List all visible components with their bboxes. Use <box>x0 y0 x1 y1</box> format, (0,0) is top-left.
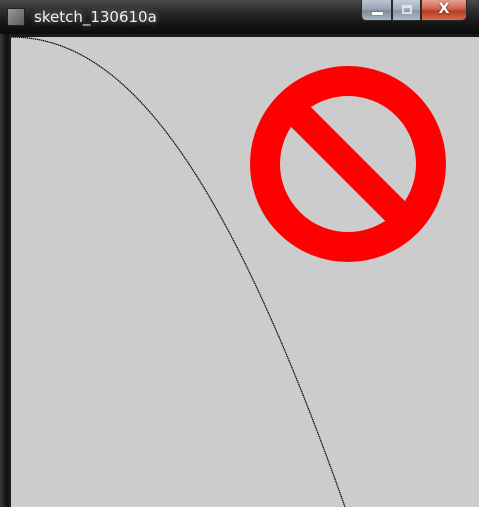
no-entry-bar <box>281 97 415 231</box>
maximize-icon <box>402 5 412 14</box>
window-title: sketch_130610a <box>34 8 157 26</box>
maximize-button[interactable] <box>392 0 421 21</box>
sketch-window: sketch_130610a X <box>0 0 479 507</box>
caption-buttons: X <box>361 0 467 22</box>
no-entry-icon <box>250 66 446 262</box>
processing-app-icon[interactable] <box>7 8 25 26</box>
minimize-button[interactable] <box>361 0 392 21</box>
close-button[interactable]: X <box>421 0 467 21</box>
window-frame-left <box>0 34 11 507</box>
minimize-icon <box>372 12 383 15</box>
sketch-canvas[interactable] <box>11 37 479 507</box>
title-bar[interactable]: sketch_130610a X <box>0 0 479 34</box>
close-icon: X <box>438 1 450 17</box>
sketch-drawing <box>11 37 446 507</box>
